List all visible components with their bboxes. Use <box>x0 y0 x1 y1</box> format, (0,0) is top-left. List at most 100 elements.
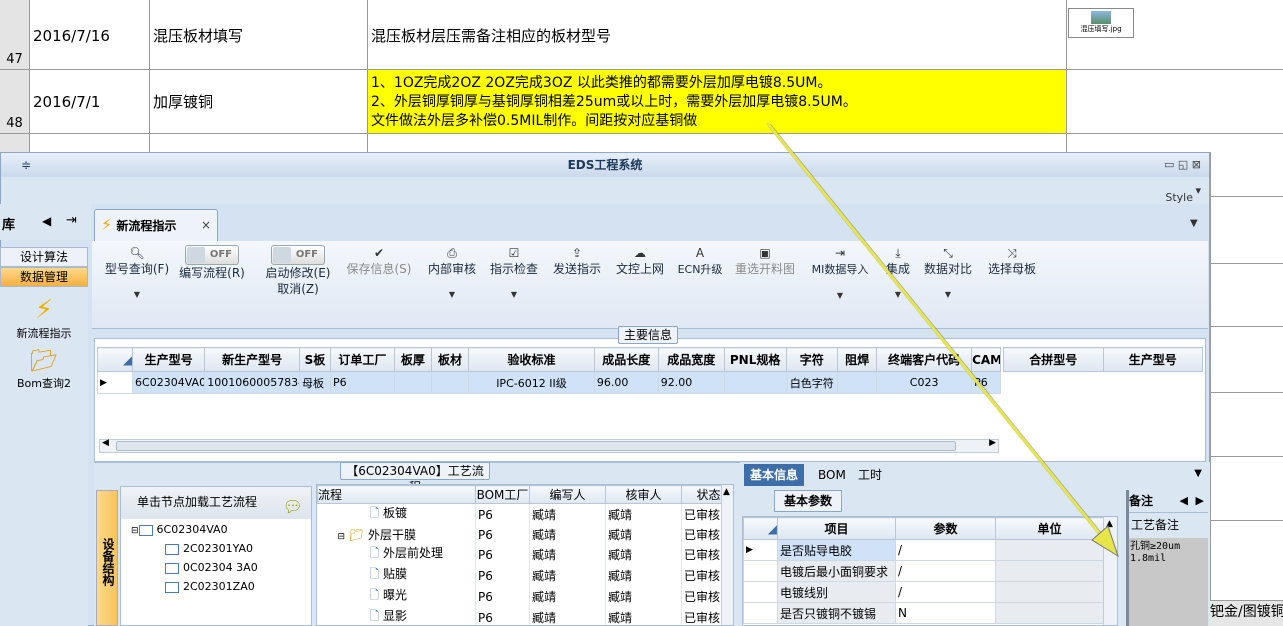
table-cell[interactable]: 10010600057834 <box>204 371 301 394</box>
scrollbar-thumb[interactable] <box>116 441 956 451</box>
table-row[interactable]: 🗋︎ 显影 P6 臧靖 臧靖 已审核 <box>317 607 733 625</box>
column-header[interactable]: S板 <box>299 347 331 372</box>
data-compare-button[interactable]: ⤡ 数据对比 ▼ <box>922 245 974 303</box>
column-header[interactable]: 成品长度 <box>593 347 659 372</box>
tab-new-process[interactable]: ⚡ 新流程指示 × <box>94 209 218 241</box>
send-instruction-button[interactable]: ⇪ 发送指示 <box>551 245 603 277</box>
internal-review-button[interactable]: ⎙ 内部审核 ▼ <box>426 245 478 303</box>
param-unit[interactable] <box>995 539 1104 561</box>
nav-data-management[interactable]: 数据管理 <box>0 267 88 287</box>
param-value[interactable]: N <box>895 602 996 624</box>
arrow-left-icon[interactable]: ◀ <box>42 214 51 228</box>
param-unit[interactable] <box>995 560 1104 582</box>
table-row[interactable]: 🗋︎ 贴膜 P6 臧靖 臧靖 已审核 <box>317 565 733 586</box>
scroll-up-icon[interactable]: ▲ <box>723 487 730 497</box>
table-cell[interactable]: 6C02304VA0 <box>132 371 206 394</box>
column-header[interactable]: PNL规格 <box>723 347 787 372</box>
empty-cell[interactable] <box>30 134 150 154</box>
table-cell[interactable] <box>430 371 470 394</box>
nav-design-algorithm[interactable]: 设计算法 <box>0 247 88 267</box>
title-cell[interactable]: 加厚镀铜 <box>150 70 368 134</box>
scroll-left-icon[interactable]: ◀ <box>102 438 109 448</box>
vertical-tab-equipment[interactable]: 设备结构 <box>96 490 118 626</box>
scroll-up-icon[interactable]: ▲ <box>1106 519 1113 529</box>
attachment-cell[interactable]: 混压填写.jpg <box>1067 0 1283 70</box>
table-row[interactable]: ▶ 6C02304VA0 10010600057834 母板 P6 IPC-60… <box>96 371 1001 394</box>
tab-basic-info[interactable]: 基本信息 <box>744 464 805 486</box>
table-row[interactable]: 是否只镀铜不镀锡 N <box>743 602 1104 624</box>
close-icon[interactable]: ⊠ <box>1192 158 1201 171</box>
param-item[interactable]: 电镀线别 <box>777 581 896 603</box>
table-cell[interactable]: 白色字符 <box>785 371 839 394</box>
table-cell[interactable] <box>393 371 432 394</box>
horizontal-scrollbar[interactable]: ◀ ▶ <box>99 438 999 453</box>
save-info-button[interactable]: ✔ 保存信息(S) <box>344 245 414 277</box>
tab-basic-params[interactable]: 基本参数 <box>774 490 842 512</box>
column-header[interactable]: 项目 <box>777 517 896 540</box>
nav-bom-query[interactable]: 📂︎ Bom查询2 <box>0 349 88 391</box>
desc-cell[interactable]: 混压板材层压需备注相应的板材型号 <box>368 0 1067 70</box>
column-header[interactable]: 字符 <box>785 347 839 372</box>
cancel-label[interactable]: 取消(Z) <box>277 282 319 296</box>
param-value[interactable]: / <box>895 581 996 603</box>
model-search-button[interactable]: 🔍︎ 型号查询(F) ▼ <box>100 245 174 303</box>
column-header[interactable]: 生产型号 <box>132 347 206 372</box>
column-header[interactable]: 流程 <box>317 485 476 504</box>
vertical-scrollbar[interactable]: ▲ <box>1103 517 1117 625</box>
vertical-scrollbar[interactable]: ▲ <box>721 485 733 625</box>
table-cell[interactable] <box>837 371 878 394</box>
tree-node[interactable]: 0C02304 3A0 <box>165 561 258 574</box>
reselect-cut-chart-button[interactable]: ▣ 重选开料图 <box>732 245 798 277</box>
date-cell[interactable]: 2016/7/16 <box>30 0 150 70</box>
tab-list-dropdown-icon[interactable]: ▼ <box>1194 468 1202 479</box>
column-header[interactable]: BOM工厂 <box>475 485 530 504</box>
table-row[interactable]: ▶ 是否贴导电胶 / <box>743 539 1104 561</box>
notes-content[interactable]: 孔铜≥20um 1.8mil <box>1129 538 1208 568</box>
ecn-upgrade-button[interactable]: A ECN升级 <box>676 245 724 278</box>
column-header[interactable]: 订单工厂 <box>329 347 395 372</box>
mi-data-import-button[interactable]: ⇥ MI数据导入 ▼ <box>808 245 872 304</box>
column-header[interactable]: 合拼型号 <box>1003 347 1104 372</box>
column-header[interactable]: 阻焊 <box>837 347 878 372</box>
table-row[interactable]: 🗋︎ 外层前处理 P6 臧靖 臧靖 已审核 <box>317 544 733 565</box>
table-cell[interactable]: P6 <box>329 371 395 394</box>
table-row[interactable]: 🗋︎ 曝光 P6 臧靖 臧靖 已审核 <box>317 586 733 607</box>
table-row[interactable]: 电镀线别 / <box>743 581 1104 603</box>
column-header[interactable]: 验收标准 <box>468 347 595 372</box>
select-mother-board-button[interactable]: ⤨ 选择母板 <box>986 245 1038 277</box>
column-header[interactable]: 成品宽度 <box>657 347 725 372</box>
tab-close-icon[interactable]: × <box>201 210 211 240</box>
highlighted-desc-cell[interactable]: 1、1OZ完成2OZ 2OZ完成3OZ 以此类推的都需要外层加厚电镀8.5UM。… <box>368 70 1067 134</box>
collapse-icon[interactable]: ⊟ <box>131 526 139 536</box>
collapse-icon[interactable]: ⊟ <box>338 532 346 542</box>
table-cell[interactable]: 96.00 <box>593 371 659 394</box>
toggle-switch[interactable]: OFF <box>185 245 239 265</box>
param-item[interactable]: 电镀后最小面铜要求 <box>777 560 896 582</box>
table-cell[interactable]: P6 <box>971 371 1001 394</box>
param-value[interactable]: / <box>895 539 996 561</box>
column-header[interactable]: 板厚 <box>393 347 432 372</box>
column-header[interactable]: 核审人 <box>605 485 682 504</box>
table-cell[interactable]: IPC-6012 II级 <box>468 371 595 394</box>
param-item[interactable]: 是否只镀铜不镀锡 <box>777 602 896 624</box>
table-row[interactable]: 🗋︎ 板镀 P6 臧靖 臧靖 已审核 <box>317 503 733 525</box>
column-header[interactable]: 参数 <box>895 517 996 540</box>
write-process-toggle[interactable]: OFF 编写流程(R) <box>174 245 250 281</box>
date-cell[interactable]: 2016/7/1 <box>30 70 150 134</box>
instruction-check-button[interactable]: ☑ 指示检查 ▼ <box>488 245 540 303</box>
notes-tab[interactable]: 备注 ◀ ▶ <box>1129 490 1208 512</box>
empty-cell[interactable] <box>150 134 368 154</box>
empty-cell[interactable] <box>1067 70 1283 134</box>
scroll-right-icon[interactable]: ▶ <box>989 438 996 448</box>
table-cell[interactable]: 母板 <box>299 371 331 394</box>
empty-cell[interactable] <box>368 134 1067 154</box>
table-row[interactable]: ⊟ 📁︎ 外层干膜 P6 臧靖 臧靖 已审核 <box>317 525 733 544</box>
minimize-icon[interactable]: ▭ <box>1164 158 1174 171</box>
nav-new-process-instruction[interactable]: ⚡ 新流程指示 <box>0 295 88 341</box>
doc-control-online-button[interactable]: ☁ 文控上网 <box>614 245 666 277</box>
tab-work-hours[interactable]: 工时 <box>852 464 888 486</box>
table-row[interactable]: 电镀后最小面铜要求 / <box>743 560 1104 582</box>
tree-node-root[interactable]: ⊟ 6C02304VA0 <box>131 523 228 536</box>
column-header[interactable]: 生产型号 <box>1102 347 1203 372</box>
start-modify-toggle[interactable]: OFF 启动修改(E) 取消(Z) <box>258 245 338 297</box>
